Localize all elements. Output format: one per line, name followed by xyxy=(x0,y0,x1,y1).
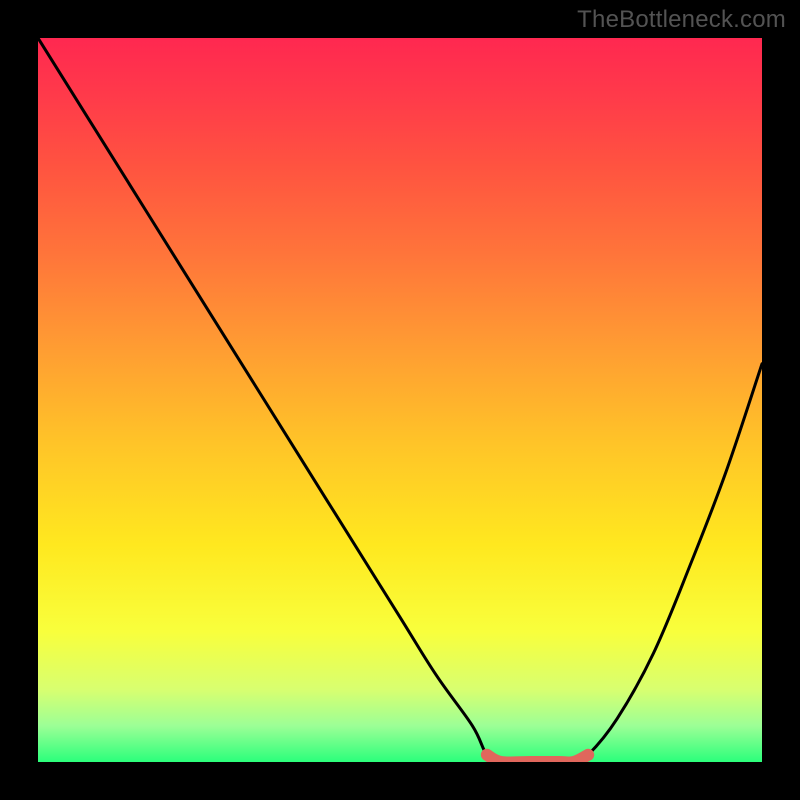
plot-area xyxy=(38,38,762,762)
watermark-text: TheBottleneck.com xyxy=(577,6,786,34)
chart-canvas: TheBottleneck.com xyxy=(0,0,800,800)
optimal-range-segment xyxy=(487,755,588,762)
chart-svg xyxy=(38,38,762,762)
bottleneck-curve xyxy=(38,38,762,762)
